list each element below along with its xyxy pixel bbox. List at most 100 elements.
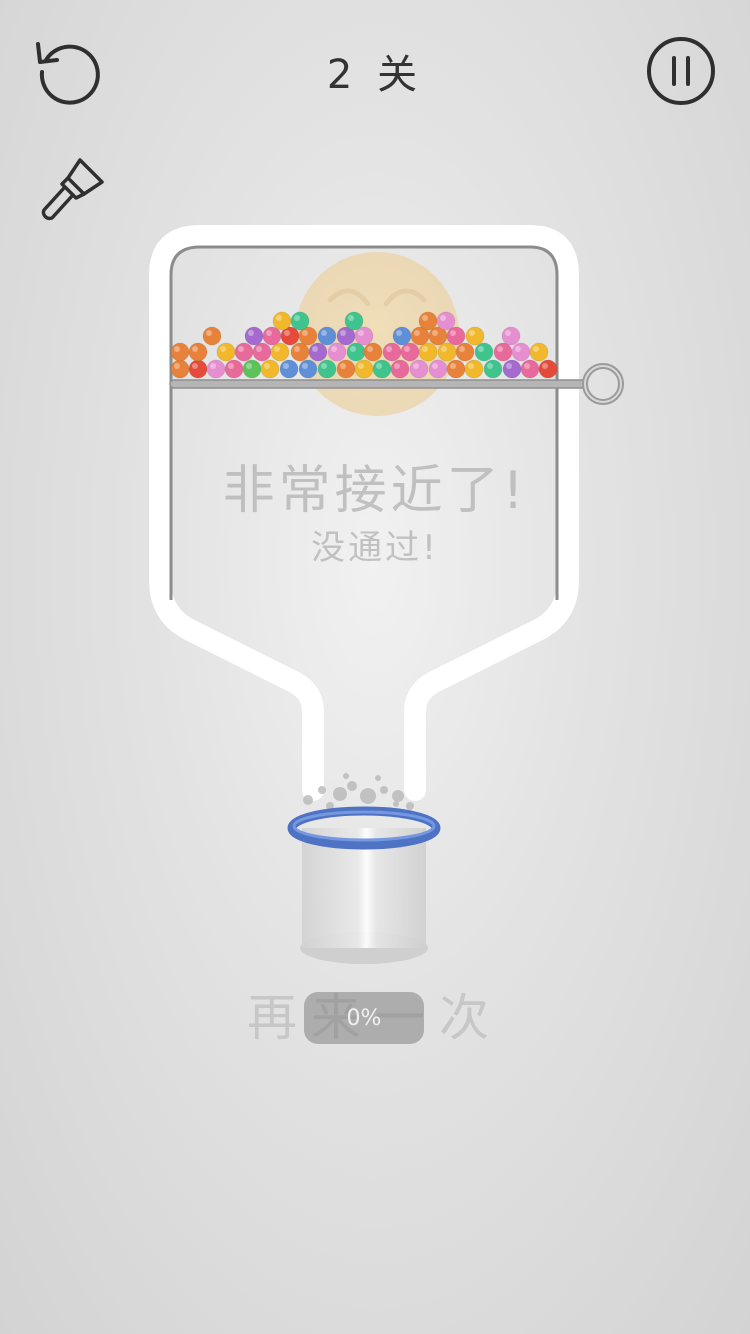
ball-highlight <box>376 363 382 369</box>
ball <box>188 359 208 379</box>
ball <box>298 359 318 379</box>
ball <box>418 342 438 362</box>
ball-highlight <box>459 346 465 352</box>
ball <box>170 342 190 362</box>
ball-highlight <box>414 330 420 336</box>
ball-highlight <box>294 315 300 321</box>
ball <box>170 359 190 379</box>
ball-highlight <box>321 330 327 336</box>
ball-highlight <box>515 346 521 352</box>
ball-highlight <box>256 346 262 352</box>
ball-highlight <box>276 315 282 321</box>
ball <box>418 311 438 331</box>
ball <box>308 342 328 362</box>
ball-highlight <box>505 330 511 336</box>
ball <box>279 359 299 379</box>
ball-highlight <box>340 363 346 369</box>
ball-highlight <box>348 315 354 321</box>
ball-highlight <box>432 330 438 336</box>
ball-highlight <box>248 330 254 336</box>
ball-highlight <box>386 346 392 352</box>
ball <box>437 342 457 362</box>
ball <box>188 342 208 362</box>
ball <box>529 342 549 362</box>
ball-highlight <box>246 363 252 369</box>
ball-highlight <box>469 330 475 336</box>
ball <box>290 311 310 331</box>
ball-highlight <box>302 330 308 336</box>
ball-highlight <box>264 363 270 369</box>
ball-highlight <box>533 346 539 352</box>
ball <box>455 342 475 362</box>
ball <box>260 359 280 379</box>
ball-highlight <box>294 346 300 352</box>
ball-highlight <box>206 330 212 336</box>
ball <box>346 342 366 362</box>
ball-highlight <box>274 346 280 352</box>
ball <box>270 342 290 362</box>
ball <box>436 311 456 331</box>
ball-highlight <box>283 363 289 369</box>
ball-highlight <box>358 330 364 336</box>
ball-highlight <box>174 346 180 352</box>
ball-highlight <box>358 363 364 369</box>
ball-highlight <box>228 363 234 369</box>
ball-highlight <box>478 346 484 352</box>
ball-highlight <box>404 346 410 352</box>
ball <box>224 359 244 379</box>
game-scene <box>149 225 624 964</box>
ball-highlight <box>497 346 503 352</box>
ball <box>206 359 226 379</box>
ball <box>538 359 558 379</box>
ball-highlight <box>542 363 548 369</box>
ball <box>446 359 466 379</box>
ball-highlight <box>432 363 438 369</box>
ball-highlight <box>450 363 456 369</box>
ball <box>409 359 429 379</box>
cup <box>287 806 441 964</box>
ball <box>272 311 292 331</box>
ball <box>244 326 264 346</box>
ball <box>511 342 531 362</box>
ball-highlight <box>210 363 216 369</box>
ball <box>483 359 503 379</box>
ball <box>382 342 402 362</box>
ball-highlight <box>394 363 400 369</box>
ball <box>493 342 513 362</box>
ball <box>363 342 383 362</box>
ball <box>336 359 356 379</box>
ball-highlight <box>192 363 198 369</box>
ball-highlight <box>284 330 290 336</box>
ball <box>216 342 236 362</box>
ball <box>392 326 412 346</box>
ball-highlight <box>220 346 226 352</box>
ball <box>428 359 448 379</box>
result-subtitle: 没通过! <box>311 528 439 568</box>
ball <box>317 359 337 379</box>
ball <box>502 359 522 379</box>
ball <box>465 326 485 346</box>
ball-highlight <box>422 346 428 352</box>
ball-highlight <box>321 363 327 369</box>
ball-highlight <box>396 330 402 336</box>
ball <box>390 359 410 379</box>
ball <box>317 326 337 346</box>
ball <box>242 359 262 379</box>
ball-highlight <box>367 346 373 352</box>
ball <box>344 311 364 331</box>
ball <box>520 359 540 379</box>
ball-highlight <box>331 346 337 352</box>
ball <box>474 342 494 362</box>
ball-highlight <box>506 363 512 369</box>
ball-highlight <box>350 346 356 352</box>
ball-highlight <box>487 363 493 369</box>
ball-highlight <box>302 363 308 369</box>
ball <box>400 342 420 362</box>
ball-highlight <box>312 346 318 352</box>
ball <box>464 359 484 379</box>
ball <box>354 359 374 379</box>
ball-highlight <box>266 330 272 336</box>
ball <box>202 326 222 346</box>
progress-indicator: 0% <box>304 992 424 1044</box>
ball-highlight <box>450 330 456 336</box>
